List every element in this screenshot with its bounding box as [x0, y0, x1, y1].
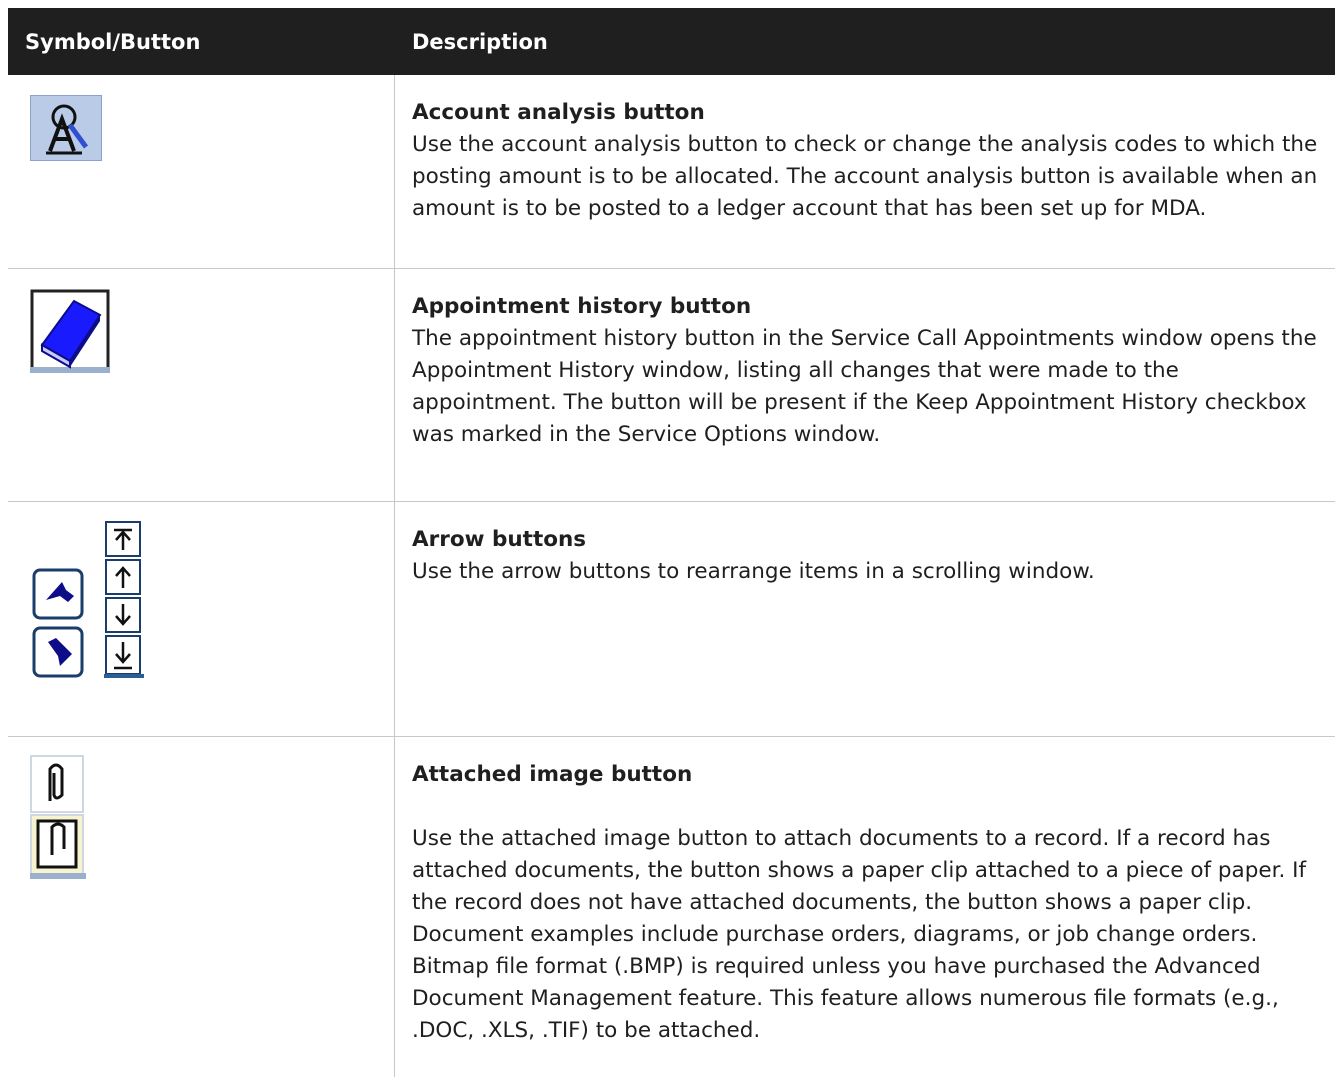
- account-analysis-icon: [29, 94, 103, 165]
- arrow-icons: [32, 520, 152, 690]
- description-cell: Attached image button Use the attached i…: [395, 737, 1335, 1077]
- row-body: Use the attached image button to attach …: [412, 826, 1307, 1043]
- row-title: Account analysis button: [412, 100, 705, 125]
- book-icon: [30, 289, 110, 377]
- table-row: Account analysis button Use the account …: [8, 75, 1335, 269]
- table-row: Appointment history button The appointme…: [8, 269, 1335, 502]
- table-row: Attached image button Use the attached i…: [8, 737, 1335, 1077]
- symbol-cell: [8, 737, 395, 1077]
- paperclip-icon: [30, 755, 86, 885]
- table-header: Symbol/Button Description: [8, 8, 1335, 75]
- row-title: Attached image button: [412, 762, 693, 787]
- description-cell: Appointment history button The appointme…: [395, 269, 1335, 501]
- table-row: Arrow buttons Use the arrow buttons to r…: [8, 502, 1335, 737]
- header-symbol: Symbol/Button: [25, 29, 201, 54]
- row-title: Arrow buttons: [412, 527, 587, 552]
- symbol-cell: [8, 75, 395, 268]
- description-cell: Account analysis button Use the account …: [395, 75, 1335, 268]
- header-description: Description: [412, 29, 548, 54]
- row-title: Appointment history button: [412, 294, 752, 319]
- row-body: The appointment history button in the Se…: [412, 326, 1317, 447]
- symbol-cell: [8, 502, 395, 736]
- symbol-table: Symbol/Button Description Account analys…: [8, 8, 1335, 1077]
- symbol-cell: [8, 269, 395, 501]
- row-body: Use the account analysis button to check…: [412, 132, 1318, 221]
- row-body: Use the arrow buttons to rearrange items…: [412, 559, 1095, 584]
- description-cell: Arrow buttons Use the arrow buttons to r…: [395, 502, 1335, 736]
